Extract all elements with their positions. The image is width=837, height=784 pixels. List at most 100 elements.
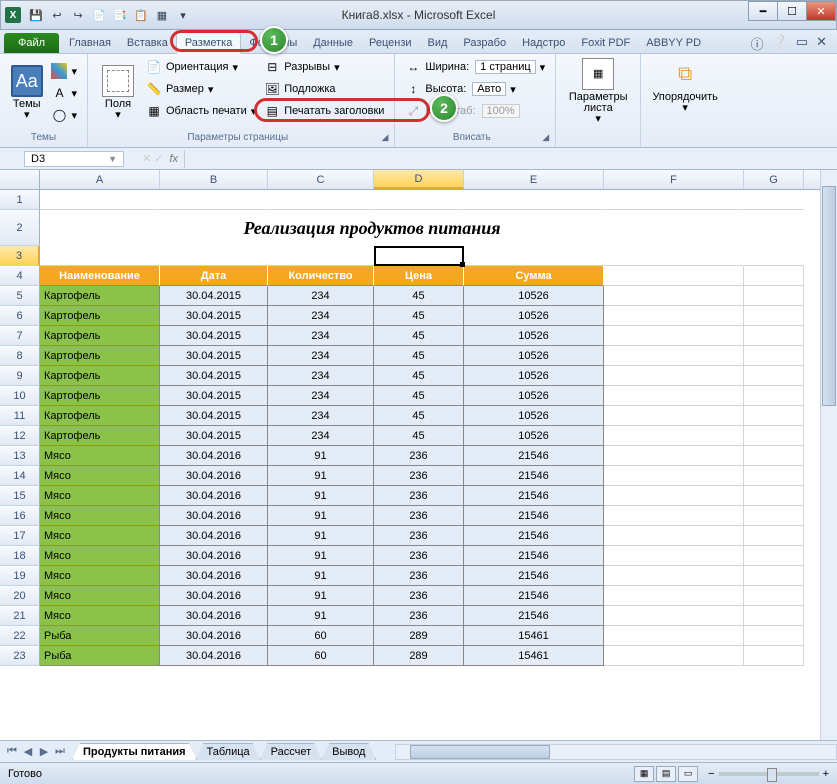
tab-вид[interactable]: Вид: [420, 33, 456, 53]
cell[interactable]: [744, 190, 804, 210]
cell-price[interactable]: 45: [374, 406, 464, 426]
cell[interactable]: [604, 466, 744, 486]
cell-name[interactable]: Мясо: [40, 566, 160, 586]
cell[interactable]: [744, 326, 804, 346]
view-page-break-icon[interactable]: ▭: [678, 766, 698, 782]
cell[interactable]: [604, 346, 744, 366]
row-header[interactable]: 3: [0, 246, 40, 266]
cell-price[interactable]: 236: [374, 586, 464, 606]
cell-sum[interactable]: 10526: [464, 366, 604, 386]
cell-sum[interactable]: 21546: [464, 466, 604, 486]
sheet-nav-next-icon[interactable]: ▶: [36, 745, 52, 758]
table-header[interactable]: Наименование: [40, 266, 160, 286]
cell-date[interactable]: 30.04.2016: [160, 606, 268, 626]
select-all-corner[interactable]: [0, 170, 40, 189]
row-header[interactable]: 19: [0, 566, 40, 586]
colors-button[interactable]: ▾: [47, 60, 81, 82]
zoom-out-icon[interactable]: −: [708, 768, 714, 780]
cell[interactable]: [744, 506, 804, 526]
cell[interactable]: [604, 546, 744, 566]
cell[interactable]: [744, 346, 804, 366]
cell[interactable]: [744, 606, 804, 626]
fx-icon[interactable]: fx: [170, 153, 179, 165]
cell-qty[interactable]: 91: [268, 526, 374, 546]
sheet-nav-last-icon[interactable]: ⏭: [52, 745, 68, 758]
cell-qty[interactable]: 234: [268, 366, 374, 386]
cell[interactable]: [604, 626, 744, 646]
tab-данные[interactable]: Данные: [305, 33, 361, 53]
cell-name[interactable]: Картофель: [40, 346, 160, 366]
cell-qty[interactable]: 234: [268, 346, 374, 366]
cell-name[interactable]: Мясо: [40, 586, 160, 606]
cell[interactable]: [604, 426, 744, 446]
cell[interactable]: [604, 406, 744, 426]
cell[interactable]: [268, 246, 374, 266]
dialog-launcher-icon[interactable]: ◢: [382, 132, 389, 143]
tab-file[interactable]: Файл: [4, 33, 59, 53]
cell[interactable]: [604, 506, 744, 526]
cell[interactable]: [744, 526, 804, 546]
sheet-tab[interactable]: Продукты питания: [72, 743, 197, 760]
cell-name[interactable]: Рыба: [40, 646, 160, 666]
cell[interactable]: [744, 586, 804, 606]
cell[interactable]: [744, 426, 804, 446]
cell[interactable]: [744, 266, 804, 286]
cell-price[interactable]: 236: [374, 606, 464, 626]
cell-sum[interactable]: 21546: [464, 606, 604, 626]
scale-control[interactable]: ⤢Масштаб: 100%: [401, 100, 549, 122]
cell-qty[interactable]: 91: [268, 466, 374, 486]
zoom-slider[interactable]: [719, 772, 819, 776]
tab-вставка[interactable]: Вставка: [119, 33, 176, 53]
cell-sum[interactable]: 15461: [464, 646, 604, 666]
cell-price[interactable]: 236: [374, 566, 464, 586]
cell[interactable]: [604, 366, 744, 386]
cell-name[interactable]: Картофель: [40, 406, 160, 426]
column-header-E[interactable]: E: [464, 170, 604, 189]
fonts-button[interactable]: A▾: [47, 82, 81, 104]
sheet-nav-first-icon[interactable]: ⏮: [4, 745, 20, 758]
height-control[interactable]: ↕Высота: Авто ▾: [401, 78, 549, 100]
cell[interactable]: [40, 246, 160, 266]
row-header[interactable]: 10: [0, 386, 40, 406]
cell-price[interactable]: 289: [374, 646, 464, 666]
cell-qty[interactable]: 234: [268, 326, 374, 346]
close-button[interactable]: ✕: [806, 1, 836, 21]
themes-button[interactable]: Aa Темы ▾: [6, 56, 47, 130]
cell-qty[interactable]: 234: [268, 426, 374, 446]
qat-button[interactable]: ↪: [69, 6, 87, 24]
cell[interactable]: [604, 446, 744, 466]
formula-input[interactable]: [184, 150, 837, 168]
arrange-button[interactable]: ⧉ Упорядочить ▾: [647, 56, 723, 116]
cell-qty[interactable]: 91: [268, 446, 374, 466]
cell-name[interactable]: Картофель: [40, 386, 160, 406]
cell-sum[interactable]: 21546: [464, 506, 604, 526]
cell-name[interactable]: Мясо: [40, 446, 160, 466]
sheet-options-button[interactable]: ▦ Параметры листа ▾: [562, 56, 634, 127]
cell-price[interactable]: 45: [374, 326, 464, 346]
qat-button[interactable]: ▾: [174, 6, 192, 24]
cell-qty[interactable]: 234: [268, 386, 374, 406]
cell-qty[interactable]: 91: [268, 506, 374, 526]
cell-price[interactable]: 236: [374, 486, 464, 506]
row-header[interactable]: 6: [0, 306, 40, 326]
cell[interactable]: [160, 190, 268, 210]
row-header[interactable]: 18: [0, 546, 40, 566]
cell-name[interactable]: Мясо: [40, 466, 160, 486]
help-icon[interactable]: ❔: [772, 34, 788, 53]
cell[interactable]: [604, 246, 744, 266]
cell[interactable]: [604, 266, 744, 286]
row-header[interactable]: 22: [0, 626, 40, 646]
cell-name[interactable]: Мясо: [40, 506, 160, 526]
qat-button[interactable]: 📄: [90, 6, 108, 24]
tab-foxit pdf[interactable]: Foxit PDF: [573, 33, 638, 53]
name-box[interactable]: D3▼: [24, 151, 124, 167]
breaks-button[interactable]: ⊟Разрывы ▾: [260, 56, 388, 78]
cell-qty[interactable]: 91: [268, 486, 374, 506]
vertical-scrollbar[interactable]: [820, 170, 837, 740]
cell-date[interactable]: 30.04.2015: [160, 326, 268, 346]
cell-sum[interactable]: 21546: [464, 486, 604, 506]
cell-name[interactable]: Мясо: [40, 606, 160, 626]
cell[interactable]: [604, 606, 744, 626]
cell[interactable]: [604, 190, 744, 210]
cell-qty[interactable]: 234: [268, 406, 374, 426]
